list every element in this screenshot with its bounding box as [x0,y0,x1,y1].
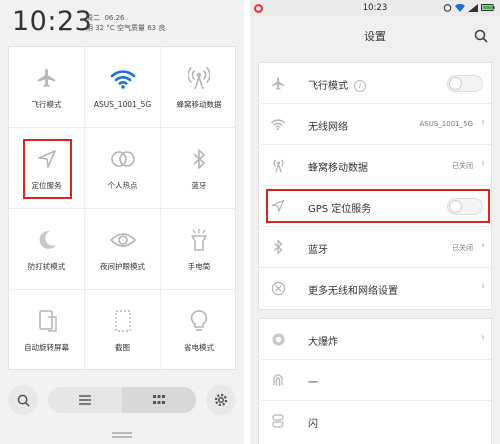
row-cellular-data[interactable]: 蜂窝移动数据 已关闭 › [259,145,491,186]
row-airplane-mode[interactable]: 飞行模式 i [259,63,491,104]
tile-label: 飞行模式 [31,99,62,109]
flashlight-icon [186,227,212,253]
chevron-right-icon: › [481,240,485,251]
row-label: 闪 [308,419,318,430]
tile-do-not-disturb[interactable]: 防打扰模式 [9,209,85,290]
tile-label: 夜间护眼模式 [100,261,145,271]
list-icon [79,395,91,405]
tile-label: 蜂窝移动数据 [176,99,222,109]
row-label: 更多无线和网络设置 [308,286,398,297]
page-title: 设置 [364,30,386,43]
highlight-location-tile [23,139,72,199]
drag-handle[interactable] [110,431,134,439]
chevron-right-icon: › [481,117,485,128]
date-weather: 周二 06.26 阴 32 °C 空气质量 63 良 [86,13,165,33]
airplane-icon [270,75,286,91]
bluetooth-icon [270,239,286,255]
row-value: 已关闭 [452,244,473,252]
cellular-icon [186,65,212,91]
battery-icon [481,4,495,11]
quick-toggles-panel: 飞行模式 ASUS_1001_5G 蜂窝移动数据 定位服务 个人热点 蓝牙 防打… [8,46,237,371]
more-icon [270,280,286,296]
signal-icon [468,3,478,12]
control-center-screen: 10:23 周二 06.26 阴 32 °C 空气质量 63 良 飞行模式 AS… [0,0,244,444]
tile-bluetooth[interactable]: 蓝牙 [161,128,237,209]
row-label: 蜂窝移动数据 [308,163,368,174]
watermark-logo [440,412,488,436]
tile-label: 手电筒 [187,261,211,271]
tile-cellular-data[interactable]: 蜂窝移动数据 [161,47,237,128]
tile-label: 防打扰模式 [27,261,66,271]
search-icon [17,394,30,407]
info-icon[interactable]: i [354,80,366,92]
moon-icon [34,227,60,253]
tile-label: 截图 [115,343,130,352]
row-label: 蓝牙 [308,245,328,256]
status-bar: ● 10:23 [250,0,500,16]
screenshot-icon [110,308,136,334]
hotspot-icon [110,146,136,172]
control-bottom-bar [8,383,236,417]
row-label: 大爆炸 [308,337,338,348]
search-button[interactable] [8,385,38,415]
alarm-icon [443,4,452,12]
cellular-icon [270,157,286,173]
fingerprint-icon [270,372,286,388]
row-fingerprint[interactable]: 一 [259,360,491,401]
eye-icon [109,227,136,253]
view-switcher [48,387,196,413]
chevron-right-icon: › [481,158,485,169]
wifi-icon [110,66,136,92]
rotate-icon [34,308,60,334]
wifi-icon [270,116,286,132]
row-big-bang[interactable]: 大爆炸 › [259,319,491,360]
highlight-gps-row [266,189,490,223]
bigbang-icon [270,331,286,347]
wireless-settings-group: 飞行模式 i 无线网络 ASUS_1001_5G › 蜂窝移动数据 已关闭 › G… [258,62,492,310]
tile-wifi[interactable]: ASUS_1001_5G [85,47,161,128]
tile-airplane-mode[interactable]: 飞行模式 [9,47,85,128]
gear-icon [214,393,228,407]
clock: 10:23 [12,6,93,37]
row-wifi[interactable]: 无线网络 ASUS_1001_5G › [259,104,491,145]
status-icons [443,3,495,12]
title-bar: 设置 [250,16,500,56]
tile-auto-rotate[interactable]: 自动旋转屏幕 [9,290,85,371]
tile-hotspot[interactable]: 个人热点 [85,128,161,209]
row-bluetooth[interactable]: 蓝牙 已关闭 › [259,227,491,268]
wifi-icon [455,3,465,12]
weather: 阴 32 °C 空气质量 63 良 [86,24,166,32]
grid-view-button[interactable] [122,387,196,413]
tile-night-eye-care[interactable]: 夜间护眼模式 [85,209,161,290]
settings-button[interactable] [206,385,236,415]
weekday: 周二 [86,14,100,22]
tile-label: 省电模式 [184,343,214,352]
row-more-wireless[interactable]: 更多无线和网络设置 › [259,268,491,309]
search-icon[interactable] [474,29,488,43]
airplane-toggle[interactable] [447,75,483,92]
row-value: 已关闭 [452,162,473,170]
bulb-icon [186,308,212,334]
airplane-icon [34,65,60,91]
toggle-icon [270,413,286,429]
tile-label: 自动旋转屏幕 [24,343,69,352]
tile-screenshot[interactable]: 截图 [85,290,161,371]
bluetooth-icon [186,146,212,172]
row-value: ASUS_1001_5G [419,120,474,128]
row-label: 一 [308,378,318,389]
grid-icon [153,395,165,404]
row-label: 飞行模式 i [308,77,366,92]
tile-label: 蓝牙 [191,180,207,190]
tile-power-saving[interactable]: 省电模式 [161,290,237,371]
date: 06.26 [104,14,125,22]
tile-label: 个人热点 [107,180,138,190]
tile-label: ASUS_1001_5G [93,99,152,109]
list-view-button[interactable] [48,387,122,413]
chevron-right-icon: › [481,332,485,343]
row-label: 无线网络 [308,122,348,133]
chevron-right-icon: › [481,281,485,292]
tile-flashlight[interactable]: 手电筒 [161,209,237,290]
